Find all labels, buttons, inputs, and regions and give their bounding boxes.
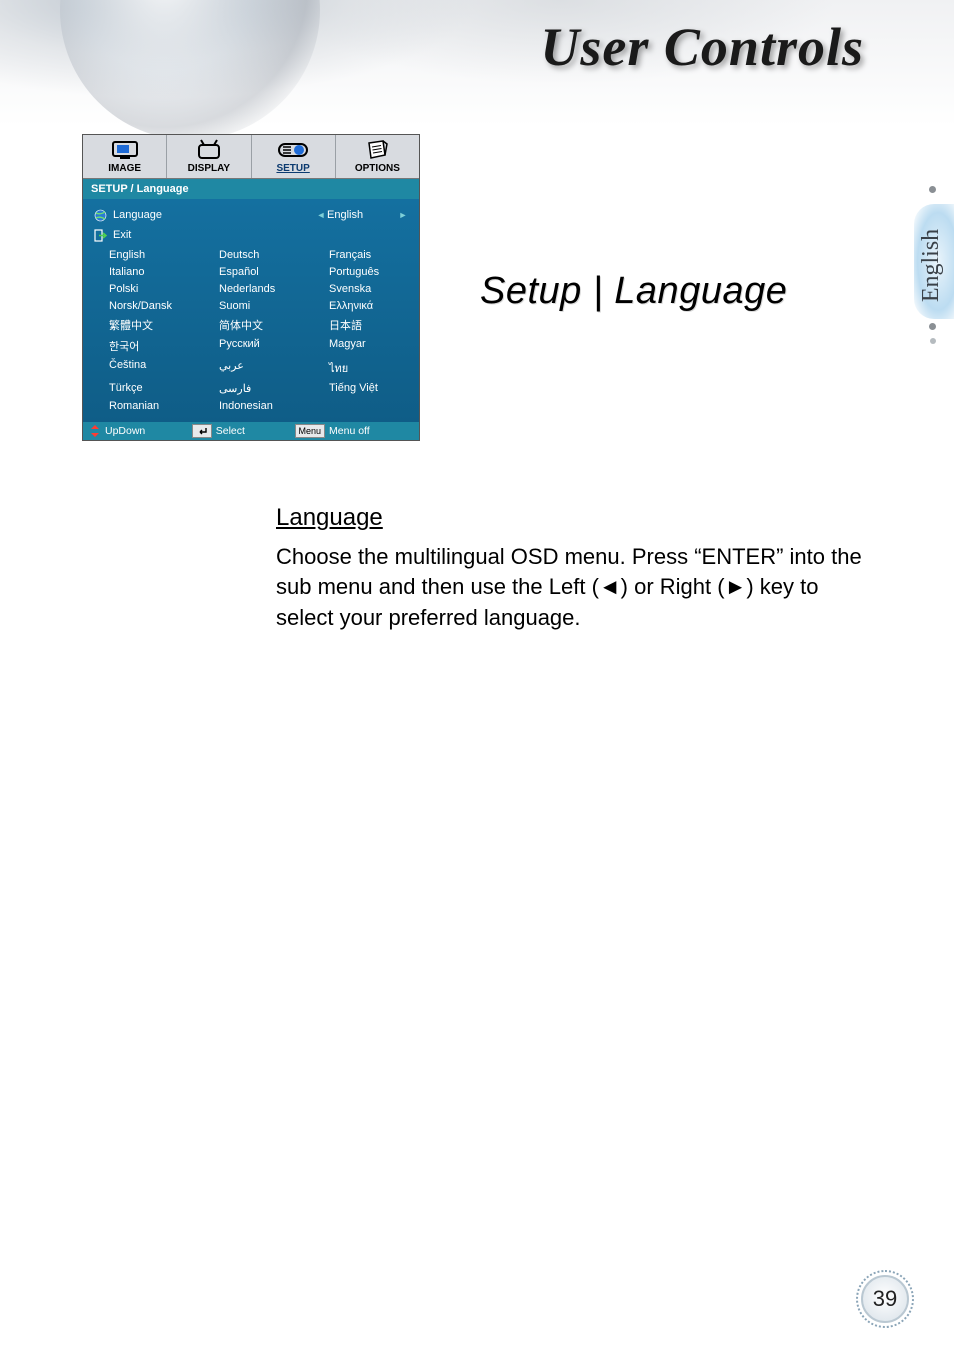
osd-tab-label: IMAGE [83,163,166,174]
osd-language-option[interactable]: Magyar [329,338,411,354]
osd-footer-updown: UpDown [105,425,145,437]
enter-icon [192,424,212,438]
osd-language-option[interactable]: Indonesian [219,400,329,412]
notepad-icon [336,138,419,162]
osd-language-option[interactable]: Español [219,266,329,278]
osd-row-language[interactable]: Language ◄ English ► [91,205,411,225]
osd-tab-display[interactable]: DISPLAY [166,135,250,178]
section-heading: Setup | Language [480,270,787,313]
osd-language-option[interactable]: English [109,249,219,261]
side-language-tab: English [894,188,954,343]
osd-tab-label: DISPLAY [167,163,250,174]
osd-language-option[interactable]: Romanian [109,400,219,412]
osd-tab-setup[interactable]: SETUP [251,135,335,178]
osd-footer-select: Select [216,425,245,437]
osd-language-option[interactable]: 简体中文 [219,317,329,333]
osd-tab-label: SETUP [252,163,335,174]
arrow-left-icon[interactable]: ◄ [315,210,327,220]
menu-chip: Menu [295,424,326,438]
osd-tab-label: OPTIONS [336,163,419,174]
osd-row-exit[interactable]: Exit [91,225,411,245]
tv-icon [167,138,250,162]
osd-language-option[interactable]: Svenska [329,283,411,295]
osd-language-grid: English Deutsch Français Italiano Españo… [91,245,411,418]
osd-breadcrumb: SETUP / Language [83,179,419,199]
body-paragraph: Choose the multilingual OSD menu. Press … [276,542,866,633]
osd-tabs: IMAGE DISPLAY SETUP OPTIONS [83,135,419,179]
osd-language-option[interactable]: Suomi [219,300,329,312]
monitor-icon [83,138,166,162]
osd-language-option[interactable]: Türkçe [109,382,219,395]
osd-language-value: English [327,209,397,221]
osd-language-option[interactable]: Norsk/Dansk [109,300,219,312]
osd-language-option[interactable]: Русский [219,338,329,354]
globe-icon [93,208,107,222]
osd-language-option[interactable]: 한국어 [109,338,219,354]
exit-icon [93,228,107,242]
osd-language-option[interactable]: ไทย [329,359,411,377]
osd-language-option[interactable]: Português [329,266,411,278]
osd-tab-image[interactable]: IMAGE [83,135,166,178]
arrow-right-icon[interactable]: ► [397,210,409,220]
osd-language-option[interactable]: Ελληνικά [329,300,411,312]
chapter-title: User Controls [540,16,864,78]
osd-language-option[interactable]: Polski [109,283,219,295]
dot-icon [929,323,936,330]
osd-row-label: Language [113,209,315,221]
osd-language-option[interactable]: 日本語 [329,317,411,333]
dot-icon [930,338,936,344]
slider-icon [252,138,335,162]
osd-language-option[interactable]: Tiếng Việt [329,382,411,395]
osd-language-option[interactable]: Français [329,249,411,261]
side-language-label: English [919,229,946,302]
body-text: Language Choose the multilingual OSD men… [276,504,866,633]
osd-menu: IMAGE DISPLAY SETUP OPTIONS SETUP / Lang… [82,134,420,441]
osd-footer-menuoff: Menu off [329,425,370,437]
osd-language-option[interactable]: 繁體中文 [109,317,219,333]
osd-row-label: Exit [113,229,409,241]
page-number-badge: 39 [856,1270,914,1328]
osd-language-option[interactable]: Deutsch [219,249,329,261]
osd-tab-options[interactable]: OPTIONS [335,135,419,178]
osd-language-option[interactable]: Italiano [109,266,219,278]
osd-language-option[interactable]: عربي [219,359,329,377]
osd-language-option[interactable]: Čeština [109,359,219,377]
osd-language-option[interactable]: فارسی [219,382,329,395]
page-number: 39 [856,1270,914,1328]
osd-footer: UpDown Select Menu Menu off [83,422,419,440]
body-subheading: Language [276,504,866,532]
osd-body: Language ◄ English ► Exit English Deutsc… [83,199,419,422]
updown-icon [89,424,101,438]
osd-language-option[interactable]: Nederlands [219,283,329,295]
